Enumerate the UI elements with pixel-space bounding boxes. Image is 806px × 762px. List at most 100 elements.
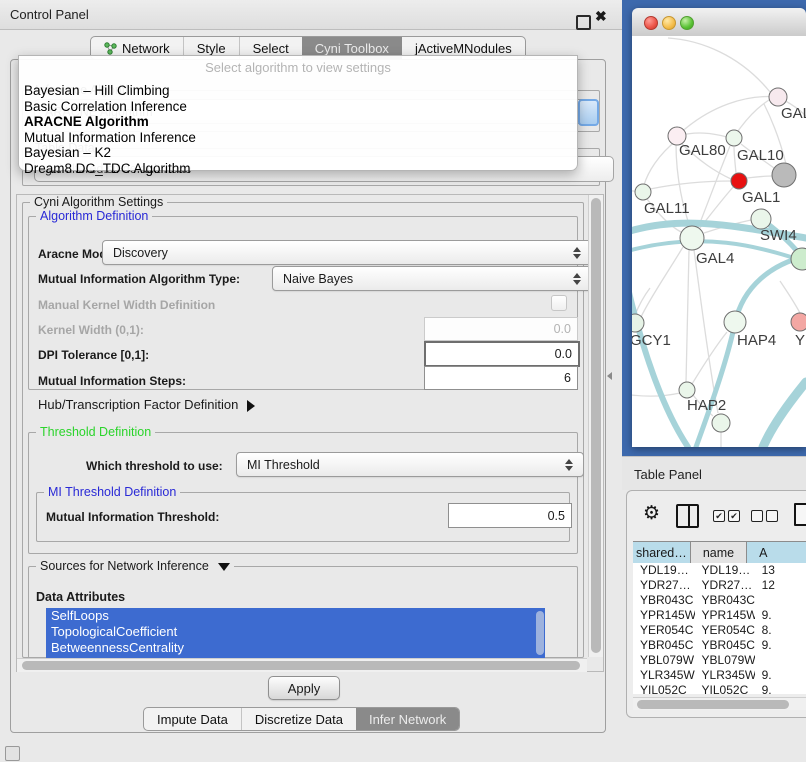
network-window: GALGAL80GAL10GAL1GAL11SWI4GAL4GCY1HAP4YH… [632, 8, 806, 447]
table-cell: YLR345W [695, 668, 755, 683]
network-node-gal[interactable] [769, 88, 787, 106]
settings-vscrollbar-thumb[interactable] [591, 198, 601, 653]
table-row[interactable]: YDL19…YDL19…13 [633, 563, 806, 578]
table-cell: YPR145W [633, 608, 695, 623]
network-node-gal4[interactable] [680, 226, 704, 250]
new-table-icon[interactable] [794, 503, 806, 526]
apply-button[interactable]: Apply [268, 676, 340, 700]
table-hscrollbar-track[interactable] [633, 697, 806, 710]
table-row[interactable]: YDR27…YDR27…12 [633, 578, 806, 593]
network-node-gal10[interactable] [726, 130, 742, 146]
network-node[interactable] [712, 414, 730, 432]
mi-threshold-field[interactable]: 0.5 [448, 503, 572, 528]
node-label: GAL80 [679, 142, 726, 159]
sources-title: Sources for Network Inference [40, 559, 209, 573]
network-node-swi4[interactable] [751, 209, 771, 229]
table-cell: 12 [755, 578, 806, 593]
algorithm-option[interactable]: Dream8 DC_TDC Algorithm [22, 161, 574, 177]
apply-button-label: Apply [288, 681, 321, 696]
table-cell: YBR043C [695, 593, 755, 608]
show-columns-icon[interactable] [676, 504, 699, 528]
algorithm-option[interactable]: Bayesian – K2 [22, 145, 574, 161]
algorithm-option[interactable]: Basic Correlation Inference [22, 99, 574, 115]
gear-icon[interactable]: ⚙ [643, 502, 660, 524]
column-header[interactable]: shared… [633, 542, 691, 564]
network-node-gal11[interactable] [635, 184, 651, 200]
table-cell: 9. [755, 608, 806, 623]
network-node[interactable] [772, 163, 796, 187]
node-label: GAL11 [644, 200, 690, 217]
data-attributes-list[interactable]: SelfLoopsTopologicalCoefficientBetweenne… [46, 608, 545, 658]
manual-kernel-label: Manual Kernel Width Definition [38, 298, 215, 312]
deselect-all-checkbox-icon[interactable] [766, 510, 778, 522]
table-cell: YLR345W [633, 668, 695, 683]
network-node[interactable] [791, 248, 806, 270]
expand-arrow-icon[interactable] [247, 400, 255, 412]
column-header[interactable]: name [691, 542, 747, 564]
network-canvas[interactable]: GALGAL80GAL10GAL1GAL11SWI4GAL4GCY1HAP4YH… [632, 36, 806, 447]
attribute-list-item[interactable]: BetweennessCentrality [46, 640, 545, 656]
tab-impute-data[interactable]: Impute Data [144, 708, 241, 730]
table-cell: 9. [755, 668, 806, 683]
close-traffic-light-icon[interactable] [644, 16, 658, 30]
kernel-width-field[interactable]: 0.0 [424, 317, 578, 341]
tab-label: Cyni Toolbox [315, 41, 389, 56]
network-node-gcy1[interactable] [632, 314, 644, 332]
combo-arrows-icon [573, 273, 581, 285]
network-node-gal1[interactable] [731, 173, 747, 189]
settings-vscrollbar-track[interactable] [588, 195, 603, 657]
hub-definition-toggle[interactable]: Hub/Transcription Factor Definition [38, 397, 255, 412]
aracne-mode-combo[interactable]: Discovery [102, 240, 592, 265]
inference-combo-arrow-button[interactable] [578, 99, 599, 126]
attribute-list-item[interactable]: SelfLoops [46, 608, 545, 624]
manual-kernel-checkbox[interactable] [551, 295, 567, 311]
table-cell: YDL19… [695, 563, 755, 578]
table-row[interactable]: YBR045CYBR045C9. [633, 638, 806, 653]
mi-type-value: Naive Bayes [283, 272, 353, 286]
dpi-tolerance-label: DPI Tolerance [0,1]: [38, 348, 149, 362]
mi-steps-field[interactable]: 6 [424, 366, 578, 390]
table-panel-header: Table Panel [622, 456, 806, 490]
select-all-checkbox-icon[interactable]: ✔ [728, 510, 740, 522]
split-pane-collapse-icon[interactable] [607, 372, 612, 380]
which-threshold-combo[interactable]: MI Threshold [236, 452, 584, 477]
settings-hscrollbar-thumb[interactable] [22, 661, 580, 670]
deselect-all-checkbox-icon[interactable] [751, 510, 763, 522]
table-row[interactable]: YLR345WYLR345W9. [633, 668, 806, 683]
table-hscrollbar-thumb[interactable] [637, 700, 789, 709]
zoom-traffic-light-icon[interactable] [680, 16, 694, 30]
table-row[interactable]: YIL052CYIL052C9. [633, 683, 806, 694]
tab-discretize-data[interactable]: Discretize Data [241, 708, 356, 730]
node-label: GAL10 [737, 147, 784, 164]
tab-label: jActiveMNodules [415, 41, 512, 56]
node-label: HAP2 [687, 397, 726, 414]
table-row[interactable]: YER054CYER054C8. [633, 623, 806, 638]
collapse-arrow-icon[interactable] [218, 563, 230, 571]
algorithm-option[interactable]: ARACNE Algorithm [22, 114, 574, 130]
settings-hscrollbar-track[interactable] [17, 658, 587, 672]
node-label: GAL1 [742, 189, 780, 206]
table-row[interactable]: YBL079WYBL079W [633, 653, 806, 668]
close-icon[interactable]: ✖ [595, 8, 607, 25]
algorithm-option[interactable]: Mutual Information Inference [22, 130, 574, 146]
network-node-hap4[interactable] [724, 311, 746, 333]
mi-type-combo[interactable]: Naive Bayes [272, 266, 592, 291]
algorithm-definition-title: Algorithm Definition [36, 209, 152, 223]
minimized-panel-icon[interactable] [5, 746, 20, 761]
network-graph[interactable]: GALGAL80GAL10GAL1GAL11SWI4GAL4GCY1HAP4YH… [632, 36, 806, 447]
attributes-list-scrollbar[interactable] [536, 611, 544, 655]
table-row[interactable]: YPR145WYPR145W9. [633, 608, 806, 623]
column-header[interactable]: A [747, 542, 806, 564]
algorithm-option[interactable]: Bayesian – Hill Climbing [22, 83, 574, 99]
node-label: GAL4 [696, 250, 734, 267]
network-node-hap2[interactable] [679, 382, 695, 398]
float-window-icon[interactable] [576, 15, 591, 30]
dpi-tolerance-field[interactable]: 0.0 [424, 341, 580, 367]
sources-toggle[interactable]: Sources for Network Inference [36, 559, 234, 573]
attribute-list-item[interactable]: TopologicalCoefficient [46, 624, 545, 640]
select-all-checkbox-icon[interactable]: ✔ [713, 510, 725, 522]
tab-infer-network[interactable]: Infer Network [356, 708, 459, 730]
table-row[interactable]: YBR043CYBR043C [633, 593, 806, 608]
minimize-traffic-light-icon[interactable] [662, 16, 676, 30]
network-node-y[interactable] [791, 313, 806, 331]
